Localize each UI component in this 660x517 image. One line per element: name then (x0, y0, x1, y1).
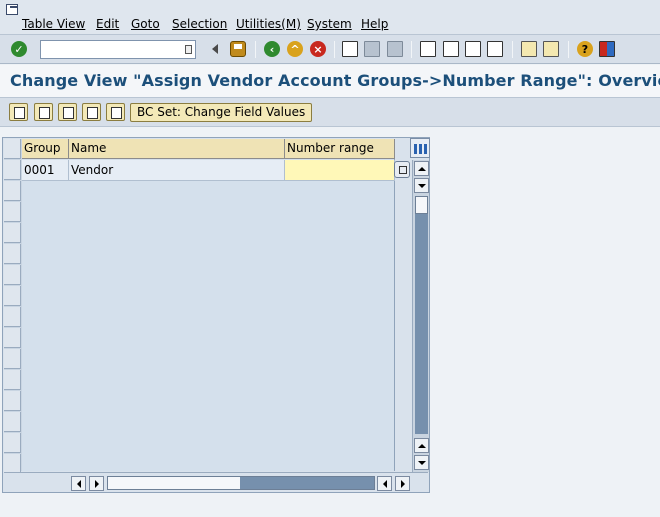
previous-page-icon[interactable] (443, 41, 459, 57)
save-icon[interactable] (230, 41, 246, 57)
row-selector[interactable] (4, 412, 21, 432)
menu-bar: Table View Edit Goto Selection Utilities… (0, 0, 660, 34)
row-selector[interactable] (4, 160, 21, 180)
table-control: Group Name Number range 0001 Vendor (2, 137, 430, 493)
last-page-icon[interactable] (487, 41, 503, 57)
cell-group: 0001 (22, 160, 69, 181)
next-page-icon[interactable] (465, 41, 481, 57)
menu-table-view[interactable]: Table View (22, 17, 85, 31)
find-next-icon[interactable] (387, 41, 403, 57)
scroll-right-button[interactable] (395, 476, 410, 491)
row-selector-column (4, 139, 22, 474)
horizontal-scroll-track[interactable] (107, 476, 375, 490)
find-icon[interactable] (364, 41, 380, 57)
exit-icon[interactable]: ^ (287, 41, 303, 57)
row-selector[interactable] (4, 307, 21, 327)
row-selector[interactable] (4, 433, 21, 453)
scroll-page-down-button[interactable] (414, 178, 429, 193)
row-selector[interactable] (4, 328, 21, 348)
scroll-page-up-button[interactable] (414, 438, 429, 453)
menu-help[interactable]: Help (361, 17, 388, 31)
vertical-scrollbar[interactable] (412, 160, 429, 472)
create-session-icon[interactable] (521, 41, 537, 57)
menu-utilities[interactable]: Utilities(M) (236, 17, 301, 31)
row-selector[interactable] (4, 223, 21, 243)
deselect-all-icon[interactable] (106, 103, 125, 121)
row-selector[interactable] (4, 265, 21, 285)
menu-edit[interactable]: Edit (96, 17, 119, 31)
enter-icon[interactable]: ✓ (11, 41, 27, 57)
scroll-left-button[interactable] (377, 476, 392, 491)
scroll-left-first-button[interactable] (71, 476, 86, 491)
vertical-scroll-thumb[interactable] (415, 196, 428, 214)
row-selector[interactable] (4, 391, 21, 411)
command-history-icon[interactable] (185, 45, 192, 54)
cell-name: Vendor (69, 160, 285, 181)
back-icon[interactable]: ‹ (264, 41, 280, 57)
print-icon[interactable] (342, 41, 358, 57)
menu-system[interactable]: System (307, 17, 352, 31)
data-grid: Group Name Number range 0001 Vendor (22, 139, 395, 471)
select-all-rows-button[interactable] (4, 139, 21, 159)
value-help-icon[interactable] (394, 161, 410, 178)
page-title: Change View "Assign Vendor Account Group… (10, 71, 660, 90)
title-bar: Change View "Assign Vendor Account Group… (0, 65, 660, 97)
back-arrow-icon[interactable] (211, 41, 219, 57)
row-selector[interactable] (4, 244, 21, 264)
scroll-up-button[interactable] (414, 161, 429, 176)
display-change-icon[interactable] (9, 103, 28, 121)
cancel-icon[interactable]: × (310, 41, 326, 57)
scroll-right-first-button[interactable] (89, 476, 104, 491)
row-selector[interactable] (4, 202, 21, 222)
column-header-name[interactable]: Name (69, 139, 285, 159)
row-selector[interactable] (4, 181, 21, 201)
table-settings-icon[interactable] (410, 138, 430, 158)
column-header-number-range[interactable]: Number range (285, 139, 395, 159)
row-selector[interactable] (4, 286, 21, 306)
menu-goto[interactable]: Goto (131, 17, 160, 31)
help-icon[interactable]: ? (577, 41, 593, 57)
select-all-icon[interactable] (58, 103, 77, 121)
standard-toolbar: ✓ ‹ ^ × ? (0, 34, 660, 64)
command-input[interactable] (41, 41, 179, 58)
shortcut-icon[interactable] (543, 41, 559, 57)
layout-icon[interactable] (599, 41, 615, 57)
first-page-icon[interactable] (420, 41, 436, 57)
application-toolbar: BC Set: Change Field Values (0, 97, 660, 127)
row-selector[interactable] (4, 349, 21, 369)
horizontal-scroll-thumb[interactable] (108, 477, 240, 489)
row-selector[interactable] (4, 454, 21, 474)
other-view-icon[interactable] (34, 103, 53, 121)
scroll-down-button[interactable] (414, 455, 429, 470)
column-header-group[interactable]: Group (22, 139, 69, 159)
vertical-scroll-track[interactable] (415, 196, 428, 434)
menu-selection[interactable]: Selection (172, 17, 227, 31)
row-selector[interactable] (4, 370, 21, 390)
command-field[interactable] (40, 40, 196, 59)
cell-number-range-input[interactable] (285, 160, 395, 181)
system-menu-icon[interactable] (6, 4, 18, 15)
bcset-change-field-values-button[interactable]: BC Set: Change Field Values (130, 103, 313, 122)
horizontal-scrollbar[interactable] (4, 472, 428, 492)
select-block-icon[interactable] (82, 103, 101, 121)
